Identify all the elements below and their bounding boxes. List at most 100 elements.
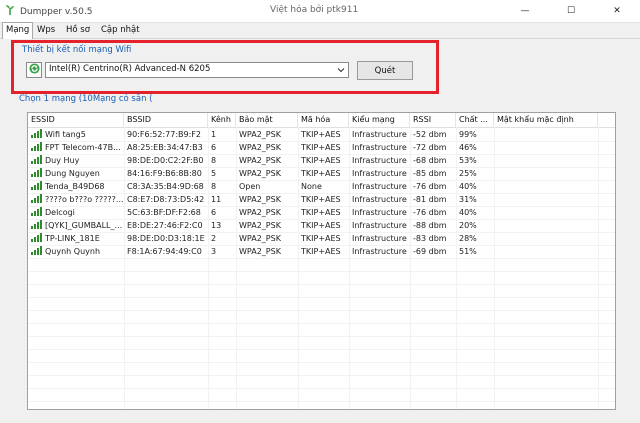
cell-essid: TP-LINK_181E	[28, 232, 124, 245]
cell-cipher: TKIP+AES	[301, 208, 341, 217]
cell-mode: Infrastructure	[352, 221, 407, 230]
column-header-channel[interactable]: Kênh	[208, 113, 236, 127]
cell-cipher: TKIP+AES	[301, 130, 341, 139]
dumpper-app-icon	[4, 4, 16, 19]
cell-cipher: TKIP+AES	[301, 247, 341, 256]
table-row[interactable]: Delcogi 5C:63:BF:DF:F2:68 6 WPA2_PSK TKIP+AE…	[28, 206, 615, 219]
cell-channel: 6	[211, 143, 217, 152]
cell-default-password	[494, 232, 598, 245]
cell-bssid: 98:DE:D0:D3:18:1E	[127, 234, 205, 243]
table-row[interactable]: Quynh Quynh F8:1A:67:94:49:C0 3 WPA2_PSK TKI…	[28, 245, 615, 258]
essid-text: ????o b???o ?????...	[45, 195, 124, 204]
cell-default-password	[494, 180, 598, 193]
grid-row-line	[28, 401, 615, 402]
essid-text: Duy Huy	[45, 156, 80, 165]
column-header-rssi[interactable]: RSSI	[410, 113, 456, 127]
cell-mode: Infrastructure	[352, 195, 407, 204]
tab-wps[interactable]: Wps	[34, 23, 58, 37]
cell-channel: 2	[211, 234, 217, 243]
table-row[interactable]: [QYK]_GUMBALL_... E8:DE:27:46:F2:C0 13 WPA2…	[28, 219, 615, 232]
cell-cipher: TKIP+AES	[301, 169, 341, 178]
column-header-quality[interactable]: Chất ...	[456, 113, 494, 127]
table-row[interactable]: Dung Nguyen 84:16:F9:B6:8B:80 5 WPA2_PSK TKI…	[28, 167, 615, 180]
cell-quality: 40%	[459, 182, 477, 191]
cell-mode: Infrastructure	[352, 208, 407, 217]
table-row[interactable]: ????o b???o ?????... C8:E7:D8:73:D5:42 11 W…	[28, 193, 615, 206]
cell-rssi: -83 dbm	[413, 234, 447, 243]
refresh-button[interactable]	[26, 62, 42, 78]
grid-row-line	[28, 375, 615, 376]
cell-security: WPA2_PSK	[239, 143, 281, 152]
column-header-default-password[interactable]: Mật khẩu mặc định	[494, 113, 598, 127]
title-bar: Dumpper v.50.5 Việt hóa bởi ptk911 — ☐ ✕	[0, 0, 640, 23]
essid-text: Quynh Quynh	[45, 247, 101, 256]
cell-quality: 40%	[459, 208, 477, 217]
cell-mode: Infrastructure	[352, 130, 407, 139]
cell-rssi: -76 dbm	[413, 182, 447, 191]
column-header-essid[interactable]: ESSID	[28, 113, 124, 127]
cell-rssi: -52 dbm	[413, 130, 447, 139]
tab-ho-so[interactable]: Hồ sơ	[63, 23, 93, 37]
cell-essid: Dung Nguyen	[28, 167, 124, 180]
cell-essid: Duy Huy	[28, 154, 124, 167]
cell-mode: Infrastructure	[352, 234, 407, 243]
table-row[interactable]: Tenda_B49D68 C8:3A:35:B4:9D:68 8 Open None In…	[28, 180, 615, 193]
grid-row-line	[28, 310, 615, 311]
cell-rssi: -76 dbm	[413, 208, 447, 217]
maximize-button[interactable]: ☐	[548, 0, 594, 22]
cell-quality: 25%	[459, 169, 477, 178]
minimize-button[interactable]: —	[502, 0, 548, 22]
grid-row-line	[28, 167, 615, 168]
window-subtitle: Việt hóa bởi ptk911	[270, 5, 359, 15]
column-header-bssid[interactable]: BSSID	[124, 113, 208, 127]
signal-bars-icon	[31, 220, 42, 229]
grid-row-line	[28, 297, 615, 298]
cell-security: WPA2_PSK	[239, 195, 281, 204]
essid-text: TP-LINK_181E	[45, 234, 100, 243]
table-row[interactable]: Wifi tang5 90:F6:52:77:B9:F2 1 WPA2_PSK TKIP…	[28, 128, 615, 141]
table-row[interactable]: FPT Telecom-47B... A8:25:EB:34:47:B3 6 WPA2…	[28, 141, 615, 154]
cell-security: WPA2_PSK	[239, 221, 281, 230]
cell-essid: FPT Telecom-47B...	[28, 141, 124, 154]
grid-row-line	[28, 388, 615, 389]
cell-rssi: -85 dbm	[413, 169, 447, 178]
table-row[interactable]: Duy Huy 98:DE:D0:C2:2F:B0 8 WPA2_PSK TKIP+AE…	[28, 154, 615, 167]
cell-bssid: 84:16:F9:B6:8B:80	[127, 169, 202, 178]
essid-text: FPT Telecom-47B...	[45, 143, 121, 152]
signal-bars-icon	[31, 142, 42, 151]
network-list-caption: Chọn 1 mạng (10Mạng có sẵn (	[19, 94, 153, 104]
cell-default-password	[494, 193, 598, 206]
signal-bars-icon	[31, 168, 42, 177]
close-button[interactable]: ✕	[594, 0, 640, 22]
cell-bssid: 90:F6:52:77:B9:F2	[127, 130, 201, 139]
cell-bssid: 5C:63:BF:DF:F2:68	[127, 208, 201, 217]
grid-row-line	[28, 193, 615, 194]
cell-essid: Delcogi	[28, 206, 124, 219]
column-header-security[interactable]: Bảo mật	[236, 113, 298, 127]
tab-cap-nhat[interactable]: Cập nhật	[98, 23, 143, 37]
cell-essid: Tenda_B49D68	[28, 180, 124, 193]
network-list[interactable]: ESSID BSSID Kênh Bảo mật Mã hóa Kiểu mạn…	[27, 112, 616, 410]
column-header-mode[interactable]: Kiểu mạng	[349, 113, 410, 127]
grid-row-line	[28, 141, 615, 142]
refresh-icon	[28, 63, 40, 77]
table-row[interactable]: TP-LINK_181E 98:DE:D0:D3:18:1E 2 WPA2_PSK TK…	[28, 232, 615, 245]
cell-quality: 53%	[459, 156, 477, 165]
tab-mang[interactable]: Mạng	[2, 22, 34, 39]
cell-bssid: C8:3A:35:B4:9D:68	[127, 182, 204, 191]
adapter-dropdown[interactable]: Intel(R) Centrino(R) Advanced-N 6205	[45, 62, 349, 78]
grid-row-line	[28, 258, 615, 259]
chevron-down-icon[interactable]	[336, 63, 346, 77]
column-header-cipher[interactable]: Mã hóa	[298, 113, 349, 127]
grid-row-line	[28, 245, 615, 246]
window-title: Dumpper v.50.5	[20, 6, 93, 17]
cell-cipher: TKIP+AES	[301, 143, 341, 152]
cell-mode: Infrastructure	[352, 247, 407, 256]
cell-channel: 8	[211, 182, 217, 191]
scan-button[interactable]: Quét	[357, 61, 413, 80]
cell-security: Open	[239, 182, 261, 191]
cell-default-password	[494, 245, 598, 258]
cell-channel: 8	[211, 156, 217, 165]
cell-bssid: C8:E7:D8:73:D5:42	[127, 195, 205, 204]
signal-bars-icon	[31, 233, 42, 242]
